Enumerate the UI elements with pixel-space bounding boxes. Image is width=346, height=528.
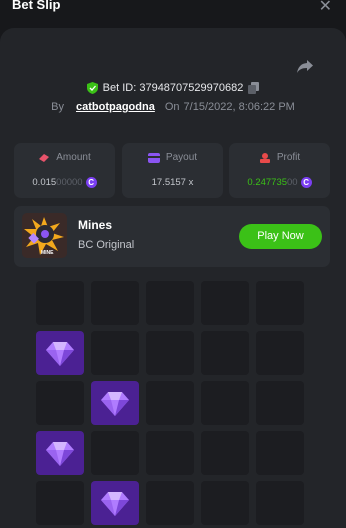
- currency-coin-icon: C: [300, 177, 312, 188]
- grid-tile: [201, 431, 249, 475]
- grid-tile: [256, 381, 304, 425]
- header: Bet Slip ✕: [0, 0, 346, 20]
- grid-tile: [201, 481, 249, 525]
- amount-label: Amount: [56, 152, 91, 163]
- amount-icon: [39, 153, 50, 162]
- profit-value: 0.247735: [247, 177, 288, 188]
- grid-tile: [201, 281, 249, 325]
- payout-card: Payout 17.5157 x: [122, 143, 223, 198]
- amount-value: 0.015: [32, 177, 57, 188]
- gem-tile: [36, 331, 84, 375]
- grid-tile: [91, 431, 139, 475]
- username-link[interactable]: catbotpagodna: [76, 101, 155, 113]
- game-name: Mines: [78, 218, 113, 232]
- bet-id: Bet ID: 37948707529970682: [102, 82, 244, 94]
- grid-tile: [256, 331, 304, 375]
- currency-coin-icon: C: [85, 177, 97, 188]
- grid-tile: [256, 281, 304, 325]
- grid-tile: [256, 431, 304, 475]
- amount-value-dim: 00000: [56, 177, 83, 188]
- grid-tile: [36, 281, 84, 325]
- grid-tile: [146, 381, 194, 425]
- amount-card: Amount 0.01500000 C: [14, 143, 115, 198]
- gem-icon: [46, 342, 74, 366]
- grid-tile: [256, 481, 304, 525]
- game-subtitle: BC Original: [78, 239, 135, 251]
- gem-tile: [36, 431, 84, 475]
- page-title: Bet Slip: [12, 0, 61, 12]
- gem-icon: [101, 392, 129, 416]
- gem-icon: [101, 492, 129, 516]
- on-label: On: [164, 101, 180, 113]
- grid-tile: [146, 281, 194, 325]
- grid-tile: [36, 481, 84, 525]
- gem-icon: [46, 442, 74, 466]
- mines-thumbnail[interactable]: MINE: [22, 213, 67, 258]
- payout-value: 17.5157 x: [151, 177, 194, 188]
- play-now-button[interactable]: Play Now: [239, 224, 322, 249]
- grid-tile: [146, 481, 194, 525]
- profit-value-dim: 00: [287, 177, 298, 188]
- profit-icon: [259, 152, 270, 163]
- bet-id-row: Bet ID: 37948707529970682: [0, 80, 346, 96]
- bet-datetime: 7/15/2022, 8:06:22 PM: [183, 101, 295, 113]
- grid-tile: [146, 431, 194, 475]
- share-icon[interactable]: [296, 58, 314, 74]
- by-label: By: [51, 101, 64, 113]
- copy-icon[interactable]: [248, 82, 260, 94]
- thumb-label: MINE: [41, 250, 54, 256]
- payout-label: Payout: [165, 152, 198, 163]
- grid-tile: [201, 331, 249, 375]
- bet-meta-row: By catbotpagodna On 7/15/2022, 8:06:22 P…: [0, 100, 346, 114]
- mines-grid: [36, 281, 308, 525]
- grid-tile: [201, 381, 249, 425]
- payout-icon: [147, 152, 160, 163]
- profit-card: Profit 0.24773500 C: [229, 143, 330, 198]
- profit-label: Profit: [276, 152, 301, 163]
- game-card: MINE Mines BC Original Play Now: [14, 206, 330, 267]
- grid-tile: [91, 331, 139, 375]
- grid-tile: [146, 331, 194, 375]
- grid-tile: [36, 381, 84, 425]
- grid-tile: [91, 281, 139, 325]
- close-icon[interactable]: ✕: [319, 0, 332, 16]
- gem-tile: [91, 381, 139, 425]
- gem-tile: [91, 481, 139, 525]
- verified-shield-icon: [86, 82, 98, 94]
